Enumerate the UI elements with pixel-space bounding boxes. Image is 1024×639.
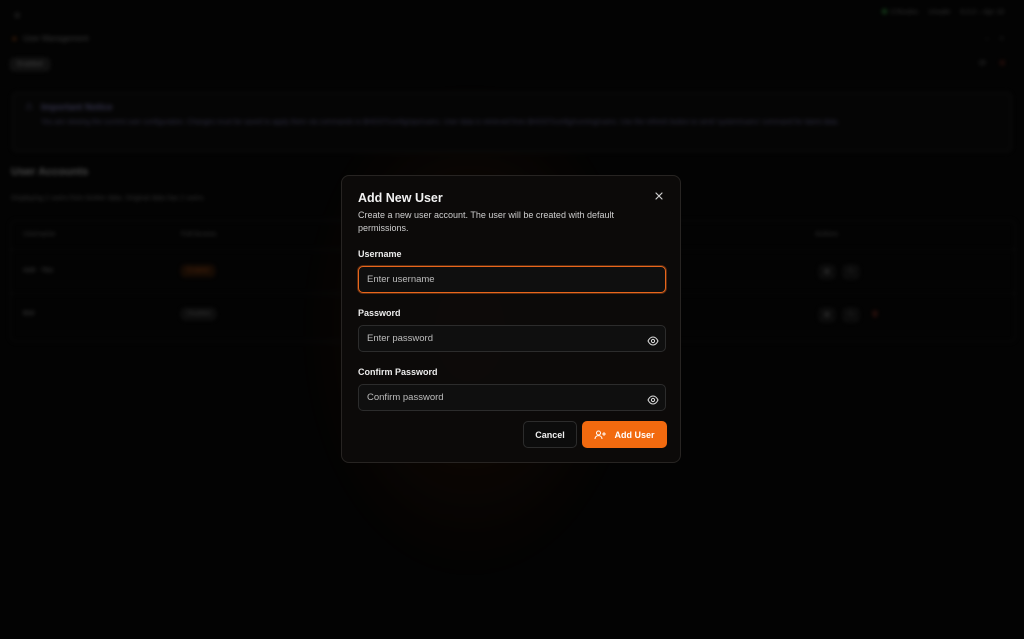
eye-icon	[647, 395, 659, 405]
dialog-description: Create a new user account. The user will…	[358, 210, 614, 233]
username-label: Username	[358, 249, 402, 259]
add-user-dialog: Add New User Create a new user account. …	[341, 175, 681, 463]
show-password-eye-icon[interactable]	[647, 333, 661, 346]
confirm-password-label: Confirm Password	[358, 367, 438, 377]
close-icon[interactable]	[652, 190, 666, 204]
eye-icon	[647, 336, 659, 346]
cancel-button[interactable]: Cancel	[523, 421, 577, 448]
confirm-password-input[interactable]	[358, 384, 666, 411]
dialog-title: Add New User	[358, 191, 443, 205]
username-input[interactable]	[358, 266, 666, 293]
add-user-label: Add User	[614, 429, 655, 440]
password-input[interactable]	[358, 325, 666, 352]
user-plus-icon	[594, 430, 607, 439]
password-label: Password	[358, 308, 401, 318]
close-icon-glyph	[655, 192, 663, 200]
add-user-button[interactable]: Add User	[582, 421, 667, 448]
show-confirm-password-eye-icon[interactable]	[647, 392, 661, 405]
